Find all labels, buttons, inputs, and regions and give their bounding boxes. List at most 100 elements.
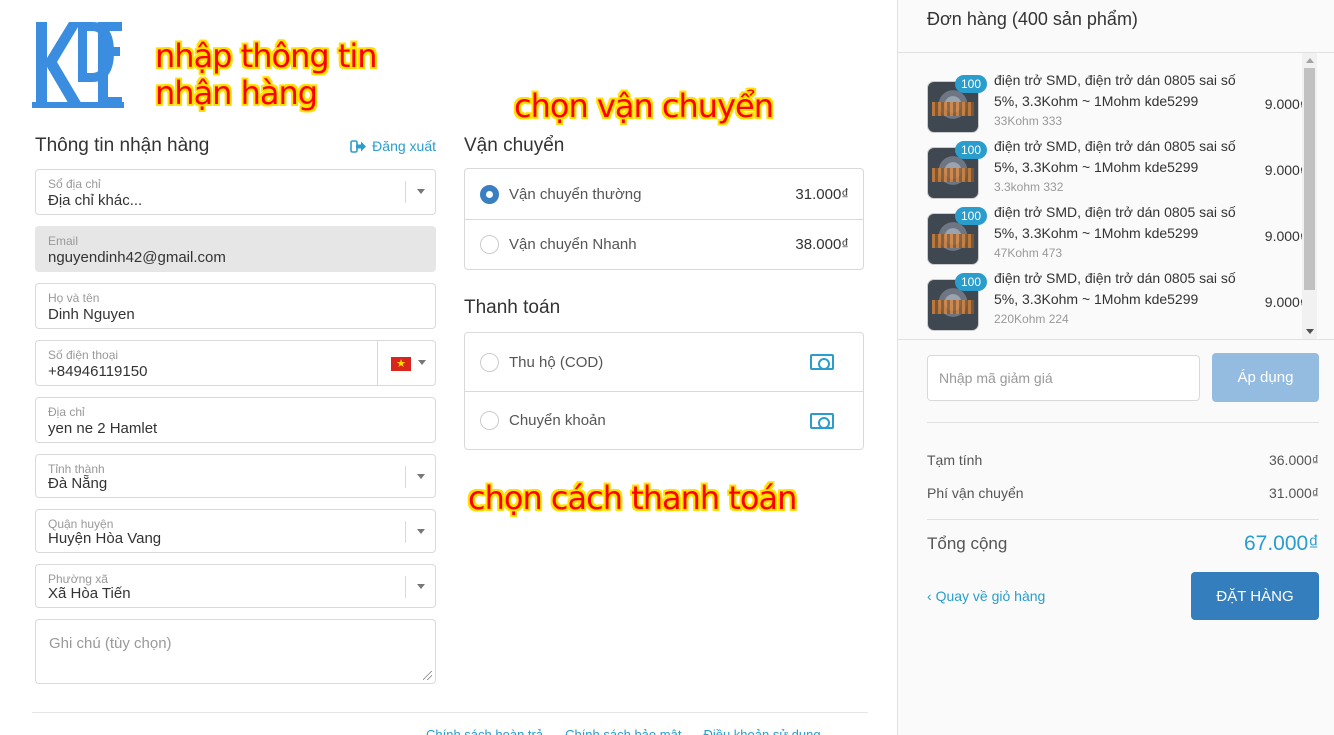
ward-label: Phường xã [48, 572, 108, 586]
address-value[interactable]: yen ne 2 Hamlet [48, 420, 157, 437]
scroll-up-icon[interactable] [1306, 58, 1314, 63]
chevron-down-icon[interactable] [417, 529, 425, 534]
scrollbar-thumb[interactable] [1304, 68, 1315, 290]
product-item: 100 điện trở SMD, điện trở dán 0805 sai … [927, 66, 1307, 133]
scroll-down-icon[interactable] [1306, 329, 1314, 334]
divider [898, 339, 1334, 340]
ward-value: Xã Hòa Tiến [48, 585, 131, 602]
chevron-down-icon[interactable] [417, 584, 425, 589]
back-to-cart-link[interactable]: ‹ Quay về giỏ hàng [927, 588, 1045, 604]
place-order-button[interactable]: ĐẶT HÀNG [1191, 572, 1319, 620]
radio-unselected[interactable] [480, 411, 499, 430]
ward-select[interactable]: Phường xã Xã Hòa Tiến [35, 564, 436, 608]
shipping-fee-row: Phí vận chuyển 31.000₫ [927, 485, 1319, 501]
vietnam-flag-icon: ★ [391, 357, 411, 371]
discount-code-input[interactable]: Nhập mã giảm giá [927, 355, 1200, 401]
shipping-option-standard[interactable]: Vận chuyển thường 31.000₫ [465, 169, 863, 219]
select-divider [405, 576, 406, 598]
order-title: Đơn hàng (400 sản phẩm) [927, 9, 1138, 29]
product-name: điện trở SMD, điện trở dán 0805 sai số 5… [994, 204, 1236, 241]
footer-divider [32, 712, 868, 713]
district-value: Huyện Hòa Vang [48, 530, 162, 547]
product-name: điện trở SMD, điện trở dán 0805 sai số 5… [994, 72, 1236, 109]
address-book-select[interactable]: Sổ địa chỉ Địa chỉ khác... [35, 169, 436, 215]
shipping-option-express[interactable]: Vận chuyển Nhanh 38.000₫ [465, 219, 863, 269]
footer-link-privacy-policy[interactable]: Chính sách bảo mật [565, 727, 681, 735]
shipping-option-label: Vận chuyển thường [509, 185, 642, 203]
payment-options: Thu hộ (COD) Chuyển khoản [464, 332, 864, 450]
address-label: Địa chỉ [48, 405, 85, 419]
product-variant: 47Kohm 473 [994, 246, 1063, 260]
payment-option-label: Thu hộ (COD) [509, 353, 604, 371]
shipping-fee-label: Phí vận chuyển [927, 485, 1024, 501]
quantity-badge: 100 [955, 207, 987, 225]
payment-option-cod[interactable]: Thu hộ (COD) [465, 333, 863, 391]
radio-selected[interactable] [480, 184, 499, 204]
payment-title: Thanh toán [464, 297, 561, 318]
subtotal-value: 36.000₫ [1268, 452, 1319, 468]
full-name-value[interactable]: Dinh Nguyen [48, 306, 135, 323]
payment-option-transfer[interactable]: Chuyển khoản [465, 391, 863, 449]
product-price: 9.000₫ [1264, 162, 1307, 178]
payment-option-label: Chuyển khoản [509, 412, 606, 429]
product-price: 9.000₫ [1264, 96, 1307, 112]
product-item: 100 điện trở SMD, điện trở dán 0805 sai … [927, 264, 1307, 331]
product-list-scrollbar[interactable] [1302, 53, 1317, 339]
shipping-option-price: 31.000₫ [795, 185, 849, 203]
product-price: 9.000₫ [1264, 294, 1307, 310]
radio-unselected[interactable] [480, 235, 499, 254]
footer-link-terms[interactable]: Điều khoản sử dụng [703, 727, 820, 735]
quantity-badge: 100 [955, 273, 987, 291]
product-variant: 3.3kohm 332 [994, 180, 1064, 194]
apply-discount-button[interactable]: Áp dụng [1212, 353, 1319, 402]
note-textarea[interactable]: Ghi chú (tùy chọn) [35, 619, 436, 684]
full-name-field[interactable]: Họ và tên Dinh Nguyen [35, 283, 436, 329]
shipping-info-title: Thông tin nhận hàng [35, 135, 210, 156]
chevron-down-icon [418, 360, 426, 365]
resize-handle-icon[interactable] [423, 671, 432, 680]
country-code-select[interactable]: ★ [377, 341, 435, 385]
annotation-enter-info: nhập thông tin nhận hàng [155, 37, 379, 112]
full-name-label: Họ và tên [48, 291, 100, 305]
product-variant: 33Kohm 333 [994, 114, 1063, 128]
product-variant: 220Kohm 224 [994, 312, 1069, 326]
subtotal-row: Tạm tính 36.000₫ [927, 452, 1319, 468]
total-value: 67.000₫ [1243, 532, 1319, 555]
address-book-value: Địa chỉ khác... [48, 192, 143, 209]
email-label: Email [48, 234, 79, 248]
radio-unselected[interactable] [480, 352, 499, 372]
province-select[interactable]: Tỉnh thành Đà Nẵng [35, 454, 436, 498]
phone-value[interactable]: +84946119150 [48, 363, 147, 380]
kde-logo[interactable] [32, 18, 124, 110]
logout-link[interactable]: Đăng xuất [350, 138, 436, 154]
divider [927, 422, 1319, 423]
province-value: Đà Nẵng [48, 475, 108, 492]
select-divider [405, 521, 406, 543]
annotation-choose-payment: chọn cách thanh toán [467, 479, 797, 517]
email-field: Email nguyendinh42@gmail.com [35, 226, 436, 272]
cash-icon [810, 412, 834, 429]
total-label: Tổng cộng [927, 534, 1008, 553]
shipping-title: Vận chuyển [464, 135, 565, 156]
shipping-option-label: Vận chuyển Nhanh [509, 236, 637, 253]
chevron-down-icon[interactable] [417, 474, 425, 479]
cash-icon [810, 354, 834, 370]
note-placeholder: Ghi chú (tùy chọn) [49, 635, 172, 652]
phone-field[interactable]: Số điện thoại +84946119150 ★ [35, 340, 436, 386]
province-label: Tỉnh thành [48, 462, 105, 476]
shipping-option-price: 38.000₫ [795, 236, 849, 253]
order-summary-sidebar: Đơn hàng (400 sản phẩm) 100 điện trở SMD… [897, 0, 1334, 735]
footer-link-return-policy[interactable]: Chính sách hoàn trả [426, 727, 543, 735]
product-item: 100 điện trở SMD, điện trở dán 0805 sai … [927, 132, 1307, 199]
select-divider [405, 466, 406, 488]
address-field[interactable]: Địa chỉ yen ne 2 Hamlet [35, 397, 436, 443]
phone-label: Số điện thoại [48, 348, 119, 362]
product-item: 100 điện trở SMD, điện trở dán 0805 sai … [927, 198, 1307, 265]
quantity-badge: 100 [955, 141, 987, 159]
district-label: Quận huyện [48, 517, 114, 531]
product-list[interactable]: 100 điện trở SMD, điện trở dán 0805 sai … [898, 53, 1334, 339]
select-divider [405, 181, 406, 203]
district-select[interactable]: Quận huyện Huyện Hòa Vang [35, 509, 436, 553]
chevron-down-icon[interactable] [417, 189, 425, 194]
quantity-badge: 100 [955, 75, 987, 93]
